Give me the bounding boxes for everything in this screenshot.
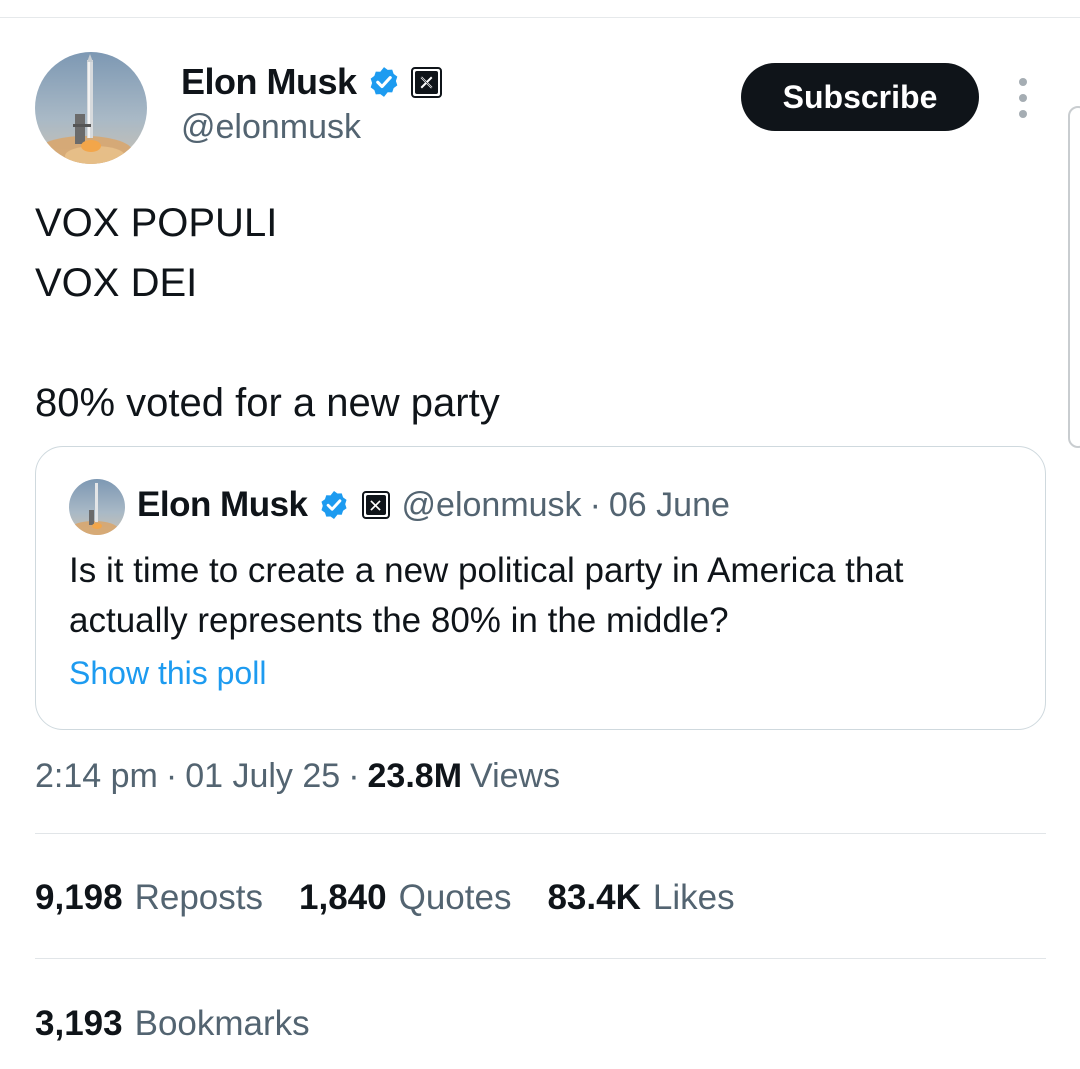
quotes-count: 1,840: [299, 878, 387, 917]
quoted-author-name[interactable]: Elon Musk: [137, 485, 308, 525]
quotes-label: Quotes: [398, 878, 512, 917]
quoted-header: Elon Musk @elonmusk · 06 June: [137, 482, 730, 528]
rocket-launch-avatar-image: [69, 479, 125, 535]
separator-dot: ·: [589, 485, 601, 524]
separator-dot: ·: [165, 756, 178, 795]
subscribe-button[interactable]: Subscribe: [741, 63, 979, 131]
quoted-date[interactable]: 06 June: [609, 486, 730, 525]
likes-count: 83.4K: [547, 878, 641, 917]
author-name[interactable]: Elon Musk: [181, 61, 357, 103]
quoted-text: Is it time to create a new political par…: [69, 551, 904, 640]
divider: [35, 833, 1046, 834]
show-poll-link[interactable]: Show this poll: [69, 655, 266, 692]
tweet-line-break: [35, 313, 500, 373]
tweet-line: VOX POPULI: [35, 201, 278, 245]
more-vertical-icon[interactable]: [1012, 78, 1034, 118]
quoted-avatar[interactable]: [69, 479, 125, 535]
quoted-tweet-card[interactable]: Elon Musk @elonmusk · 06 June Is it time…: [35, 446, 1046, 730]
more-dot: [1019, 94, 1027, 102]
reposts-count: 9,198: [35, 878, 123, 917]
more-dot: [1019, 78, 1027, 86]
author-row: Elon Musk: [181, 60, 442, 104]
separator-dot: ·: [348, 756, 360, 795]
x-logo-icon[interactable]: [410, 66, 442, 98]
top-divider: [0, 17, 1080, 18]
tweet-line: VOX DEI: [35, 261, 198, 305]
tweet-meta: 2:14 pm · 01 July 25 · 23.8M Views: [35, 753, 560, 799]
likes-stat[interactable]: 83.4K Likes: [547, 878, 734, 918]
verified-badge-icon[interactable]: [318, 489, 350, 521]
divider: [35, 958, 1046, 959]
reposts-stat[interactable]: 9,198 Reposts: [35, 878, 263, 918]
verified-badge-icon[interactable]: [367, 65, 401, 99]
tweet-date[interactable]: 01 July 25: [185, 757, 340, 796]
reposts-label: Reposts: [134, 878, 263, 917]
x-logo-icon[interactable]: [361, 491, 390, 519]
tweet-time[interactable]: 2:14 pm: [35, 757, 158, 796]
likes-label: Likes: [652, 878, 735, 917]
views-label: Views: [470, 756, 561, 795]
bookmarks-stat[interactable]: 3,193 Bookmarks: [35, 1000, 310, 1048]
more-dot: [1019, 110, 1027, 118]
bookmarks-label: Bookmarks: [134, 1004, 310, 1043]
quotes-stat[interactable]: 1,840 Quotes: [299, 878, 511, 918]
rocket-launch-avatar-image: [35, 52, 147, 164]
tweet-line: 80% voted for a new party: [35, 381, 500, 425]
tweet-text: VOX POPULI VOX DEI 80% voted for a new p…: [35, 193, 500, 433]
bookmarks-count: 3,193: [35, 1004, 123, 1043]
author-handle[interactable]: @elonmusk: [181, 108, 361, 147]
quoted-author-handle[interactable]: @elonmusk: [402, 486, 582, 525]
views-count: 23.8M: [367, 756, 463, 795]
scrollbar[interactable]: [1068, 106, 1080, 448]
engagement-stats: 9,198 Reposts 1,840 Quotes 83.4K Likes: [35, 874, 771, 922]
avatar[interactable]: [35, 52, 147, 164]
